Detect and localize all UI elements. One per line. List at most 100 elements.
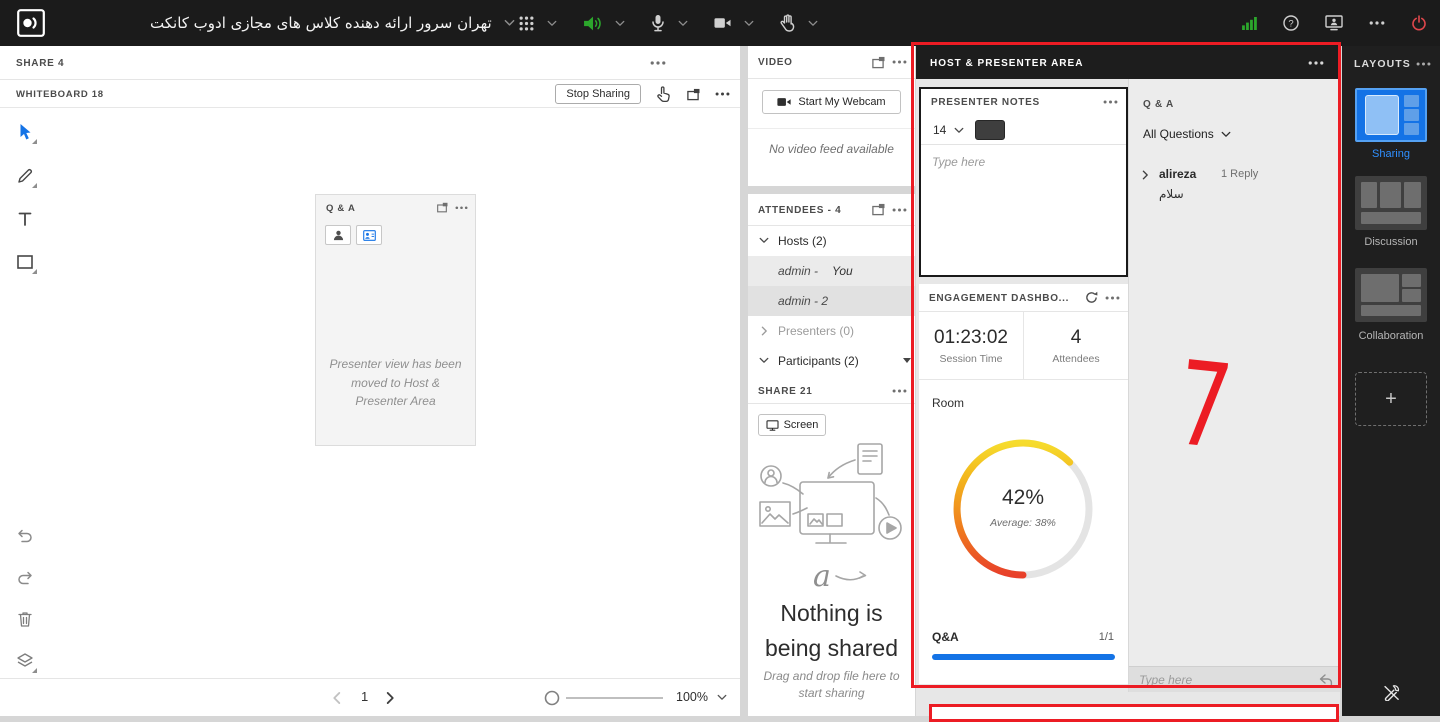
next-page-icon[interactable] [386,691,395,705]
overflow-menu-icon[interactable] [892,60,907,64]
refresh-icon[interactable] [1085,291,1098,304]
qa-filter-select[interactable]: All Questions [1143,127,1231,141]
attendee-you-tag: You [832,264,853,278]
attendee-row[interactable]: admin - You [748,256,915,286]
connection-status-icon[interactable] [1242,17,1257,30]
chevron-down-icon[interactable] [547,20,557,27]
pod-title: SHARE 21 [758,386,813,397]
layout-thumbnail [1361,212,1421,224]
undo-icon[interactable] [13,524,37,548]
video-pod: VIDEO Start My Webcam No video feed avai… [748,46,915,186]
select-tool[interactable] [13,120,37,144]
overflow-menu-icon[interactable] [650,61,666,65]
chevron-down-icon[interactable] [678,20,688,27]
start-webcam-button[interactable]: Start My Webcam [762,90,901,114]
overflow-menu-icon[interactable] [1369,21,1385,25]
layout-discussion[interactable] [1355,176,1427,230]
zoom-slider-track[interactable] [566,697,663,699]
font-color-swatch[interactable] [975,120,1005,140]
raise-hand-icon[interactable] [780,14,795,32]
chevron-down-icon[interactable] [504,19,515,27]
pod-expand-icon[interactable] [871,203,885,216]
pod-title: ATTENDEES - 4 [758,205,842,216]
overflow-menu-icon[interactable] [1416,62,1431,66]
chevron-down-icon[interactable] [954,127,964,134]
host-area-title: HOST & PRESENTER AREA [930,58,1084,69]
help-icon[interactable] [1283,15,1299,31]
qa-overlay-pod: Q & A Presenter view has been moved to H… [315,194,476,446]
chevron-down-icon[interactable] [615,20,625,27]
pod-expand-icon[interactable] [436,202,448,213]
whiteboard-title: WHITEBOARD 18 [16,89,104,100]
webcam-icon[interactable] [714,17,731,29]
stop-sharing-button[interactable]: Stop Sharing [555,84,641,104]
layers-icon[interactable] [13,649,37,673]
sharing-illustration: a [759,443,902,594]
overflow-menu-icon[interactable] [892,389,907,393]
overflow-menu-icon[interactable] [1308,61,1324,65]
room-title-menu[interactable]: تهران سرور ارائه دهنده کلاس های مجازی اد… [150,0,515,46]
font-size-select[interactable]: 14 [933,123,946,137]
share-screen-button[interactable]: Screen [758,414,826,436]
qa-input[interactable] [1133,668,1305,691]
attendee-group-presenters[interactable]: Presenters (0) [748,316,915,346]
chevron-down-icon [759,237,769,244]
apps-grid-icon[interactable] [519,16,534,31]
delete-icon[interactable] [13,607,37,631]
layout-sharing[interactable] [1355,88,1427,142]
chevron-down-icon[interactable] [808,20,818,27]
chevron-down-icon[interactable] [717,694,727,701]
attendee-group-participants[interactable]: Participants (2) [748,346,915,376]
chevron-down-icon [1221,131,1231,138]
engagement-gauge: 42% Average: 38% [948,434,1098,584]
participant-view-button[interactable] [325,225,351,245]
layout-label-discussion: Discussion [1364,236,1418,248]
notes-input[interactable] [923,147,1124,272]
microphone-icon[interactable] [651,14,665,32]
pod-title: Q & A [326,203,356,214]
adobe-connect-logo-icon [17,9,45,37]
overflow-menu-icon[interactable] [1105,296,1120,300]
redo-icon[interactable] [13,566,37,590]
overflow-menu-icon[interactable] [1103,100,1118,104]
question-text: سلام [1159,187,1184,201]
chevron-down-icon[interactable] [744,20,754,27]
question-item[interactable]: alireza 1 Reply سلام [1129,163,1340,209]
plus-icon: + [1385,387,1397,410]
person-icon [333,230,344,241]
text-tool[interactable] [13,207,37,231]
add-layout-button[interactable]: + [1355,372,1427,426]
layout-thumbnail [1365,95,1399,135]
layout-thumbnail [1361,274,1399,302]
layout-thumbnail [1380,182,1401,208]
layout-collaboration[interactable] [1355,268,1427,322]
group-label: Hosts (2) [778,234,827,248]
screen-share-icon[interactable] [1325,15,1343,31]
reply-icon[interactable] [1319,674,1333,686]
layout-label-sharing: Sharing [1372,148,1410,160]
presenter-view-button[interactable] [356,225,382,245]
session-time-label: Session Time [939,352,1003,365]
power-icon[interactable] [1411,15,1427,31]
overflow-menu-icon[interactable] [715,92,730,96]
attendee-group-hosts[interactable]: Hosts (2) [748,226,915,256]
pod-expand-icon[interactable] [871,56,885,69]
qa-input-bar [1129,666,1340,692]
zoom-slider-handle[interactable] [544,690,560,706]
engagement-percent: 42% [1001,486,1045,509]
layout-thumbnail [1404,95,1419,135]
overflow-menu-icon[interactable] [892,208,907,212]
draw-pointer-icon[interactable] [656,86,671,103]
pod-expand-icon[interactable] [686,88,700,101]
shape-tool[interactable] [13,250,37,274]
speaker-icon[interactable] [583,15,602,32]
overflow-menu-icon[interactable] [455,206,468,210]
chevron-right-icon [1142,170,1149,180]
qa-pod: Q & A All Questions alireza 1 Reply سلام [1128,79,1340,692]
pencil-tool[interactable] [13,164,37,188]
pod-title: ENGAGEMENT DASHBO... [929,293,1070,304]
attendee-row[interactable]: admin - 2 [748,286,915,316]
previous-page-icon[interactable] [332,691,341,705]
scroll-down-icon[interactable] [903,358,911,363]
tools-wrench-icon[interactable] [1383,684,1400,701]
